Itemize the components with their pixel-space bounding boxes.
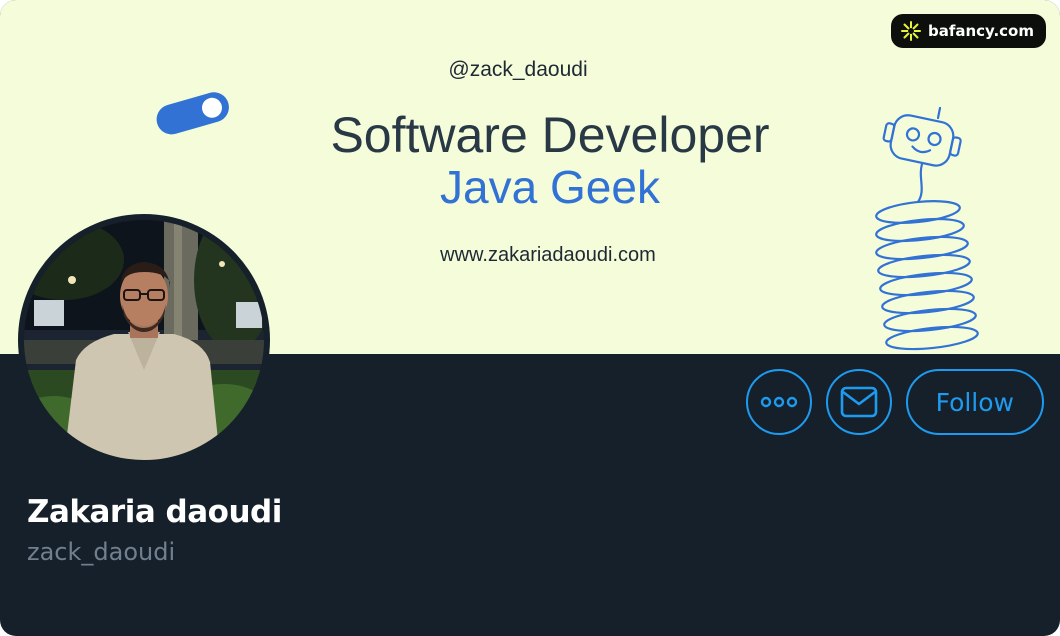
sparkle-icon: [900, 21, 921, 41]
profile-actions: Follow: [745, 369, 1044, 435]
toggle-illustration-icon: [156, 92, 229, 135]
username: zack_daoudi: [27, 538, 176, 566]
display-name: Zakaria daoudi: [27, 494, 282, 530]
profile-card: bafancy.com @zack_daoudi Software Develo…: [0, 0, 1060, 636]
more-icon: [760, 396, 797, 408]
bafancy-badge[interactable]: bafancy.com: [890, 14, 1046, 48]
banner-handle: @zack_daoudi: [448, 58, 588, 81]
avatar[interactable]: [18, 214, 270, 466]
badge-label: bafancy.com: [927, 22, 1034, 40]
robot-spring-icon: [875, 106, 979, 351]
more-options-button[interactable]: [745, 369, 812, 435]
mail-icon: [840, 386, 877, 418]
follow-button[interactable]: Follow: [905, 369, 1044, 435]
avatar-photo: [24, 220, 264, 460]
message-button[interactable]: [825, 369, 892, 435]
